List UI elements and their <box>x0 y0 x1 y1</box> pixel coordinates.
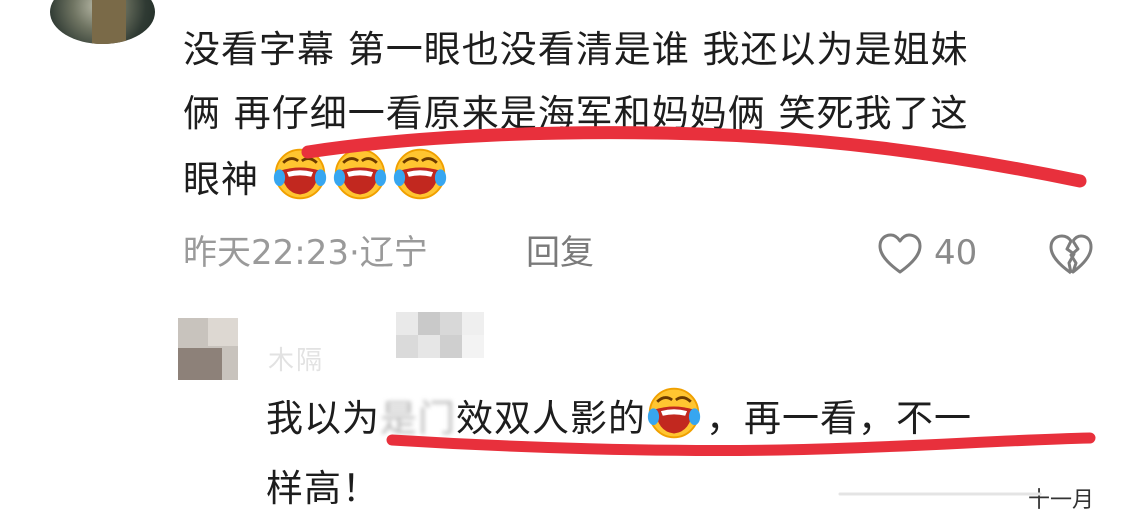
avatar-block <box>208 318 238 346</box>
broken-heart-icon[interactable] <box>1046 230 1096 278</box>
comment-line-1: 没看字幕 第一眼也没看清是谁 我还以为是姐妹 <box>183 28 969 71</box>
heart-icon[interactable] <box>876 230 924 278</box>
comment-location: 辽宁 <box>359 233 428 273</box>
comment-body: 没看字幕 第一眼也没看清是谁 我还以为是姐妹俩 再仔细一看原来是海军和妈妈俩 笑… <box>183 18 1113 212</box>
blurred-text: 是门 <box>380 397 456 440</box>
laughing-crying-emoji-icon <box>273 148 326 200</box>
avatar-block <box>178 348 222 380</box>
comment-time: 昨天22:23 <box>183 233 349 273</box>
reply-username[interactable]: 木隔 <box>268 340 324 377</box>
like-count: 40 <box>934 233 978 273</box>
reply-button[interactable]: 回复 <box>526 228 594 278</box>
reply-avatar[interactable] <box>178 318 238 380</box>
comment-line-3: 眼神 <box>183 158 259 201</box>
reply-text-prefix: 我以为 <box>266 397 380 440</box>
reply-text-after-emoji: ，再一看，不一 <box>706 397 972 440</box>
comment-line-2: 俩 再仔细一看原来是海军和妈妈俩 笑死我了这 <box>183 92 969 135</box>
laughing-crying-emoji-icon <box>333 148 386 200</box>
reply-body: 我以为是门效双人影的 ，再一看，不一样高！ <box>266 384 1116 524</box>
commenter-avatar[interactable] <box>50 0 155 44</box>
laughing-crying-emoji-icon <box>647 387 701 439</box>
laughing-crying-emoji-icon <box>393 148 446 200</box>
reply-time: 十一月 <box>1028 488 1095 513</box>
reply-line-2: 样高！ <box>266 467 380 510</box>
pixelated-censor <box>396 312 484 358</box>
meta-separator: · <box>348 233 360 273</box>
comment-meta: 昨天22:23 · 辽宁 <box>183 228 428 278</box>
avatar-detail <box>92 0 126 44</box>
reply-text-suffix: 效双人影的 <box>456 397 646 440</box>
